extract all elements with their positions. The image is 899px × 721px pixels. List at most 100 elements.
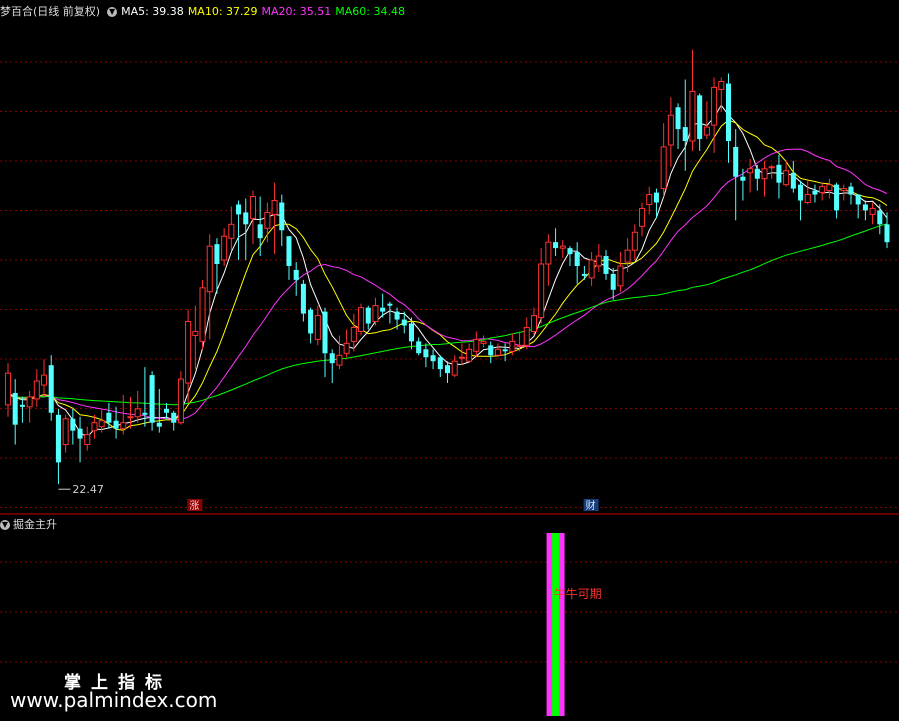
candle-body [236, 204, 242, 215]
candle [271, 182, 278, 255]
candle-body [509, 340, 516, 352]
candle [733, 129, 739, 221]
candle-body [127, 416, 134, 419]
candle-body [206, 245, 213, 293]
candle-body [703, 126, 710, 136]
candle-body [106, 412, 112, 423]
indicator-circle-icon[interactable]: ▼ [0, 520, 10, 530]
candle-body [451, 360, 458, 376]
candle-body [77, 428, 83, 439]
candle [588, 252, 595, 286]
zhang-marker-label: 涨 [189, 500, 199, 512]
candle-body [142, 412, 148, 415]
candle [249, 190, 256, 245]
candle [488, 341, 494, 364]
candle-body [653, 192, 659, 203]
candle [300, 279, 306, 322]
candle-body [646, 194, 653, 205]
candle [639, 202, 646, 237]
indicator-label: 掘金主升 [13, 518, 57, 531]
candle-body [588, 259, 595, 279]
candle-body [855, 194, 861, 205]
cai-marker-label: 财 [586, 499, 596, 512]
candle [581, 265, 587, 280]
candle-body [617, 265, 624, 287]
candle-body [12, 392, 18, 425]
candle [387, 301, 393, 324]
candle-body [336, 354, 343, 366]
candle [394, 307, 400, 330]
candle-body [41, 374, 48, 386]
candle [458, 343, 465, 366]
candle-body [747, 168, 754, 174]
candle [12, 379, 18, 445]
candle-body [134, 408, 141, 418]
candle [819, 182, 826, 201]
candle [768, 164, 775, 179]
candle [754, 164, 760, 191]
candle [120, 394, 127, 435]
candle-body [279, 202, 285, 231]
candle [523, 317, 530, 350]
candle-body [358, 307, 365, 332]
settings-circle-icon[interactable]: ▼ [107, 7, 118, 17]
candle [156, 388, 162, 433]
candle-body [416, 341, 422, 354]
candle [322, 307, 328, 378]
candle [559, 240, 566, 259]
candle-body [458, 356, 465, 359]
candle-body [530, 315, 537, 332]
candle [358, 303, 365, 336]
candle [595, 244, 602, 272]
candle-body [610, 273, 616, 290]
candle [848, 182, 854, 205]
candle-body [869, 207, 876, 215]
candle [430, 349, 436, 370]
candle [747, 158, 754, 193]
candle-body [113, 420, 119, 429]
candle-body [862, 204, 868, 211]
candle-body [394, 311, 400, 320]
stock-label: 梦百合(日线 前复权) [0, 5, 101, 18]
candle-body [19, 404, 25, 407]
candle-body [401, 319, 407, 326]
candle [812, 184, 818, 203]
candle [444, 361, 451, 384]
candle-body [221, 235, 228, 261]
candle [199, 279, 206, 350]
candle-body [516, 344, 523, 347]
candle [62, 414, 69, 453]
candle [286, 236, 292, 280]
candle-body [559, 245, 566, 249]
candle-body [675, 107, 681, 130]
candle [437, 355, 443, 378]
candle [553, 228, 559, 257]
candle [667, 97, 674, 167]
candle [798, 180, 804, 221]
indicator-header: ▼ 掘金主升 [0, 516, 57, 531]
candle-body [120, 422, 127, 430]
candle [70, 408, 76, 445]
candle-body [473, 338, 480, 352]
candle [163, 402, 170, 419]
low-price-label: 22.47 [72, 483, 104, 496]
candle [834, 182, 840, 219]
candle-body [624, 249, 631, 263]
candle-body [754, 168, 760, 179]
candle [826, 178, 833, 199]
chart-canvas[interactable]: 22.47 涨 财 牛牛可期 [0, 0, 899, 721]
candle-body [884, 224, 890, 243]
candle-body [308, 309, 314, 334]
candle-body [62, 418, 69, 446]
candle-body [538, 263, 545, 319]
candle-body [249, 196, 256, 219]
candle [480, 335, 487, 348]
candle [689, 49, 696, 151]
candle-body [322, 311, 328, 354]
grid-lines [0, 61, 899, 663]
candle-body [768, 166, 775, 169]
candle [329, 349, 335, 384]
ma20-readout: MA20: 35.51 [261, 5, 332, 18]
candle-body [682, 127, 688, 141]
ma5-readout: MA5: 39.38 [121, 5, 184, 18]
